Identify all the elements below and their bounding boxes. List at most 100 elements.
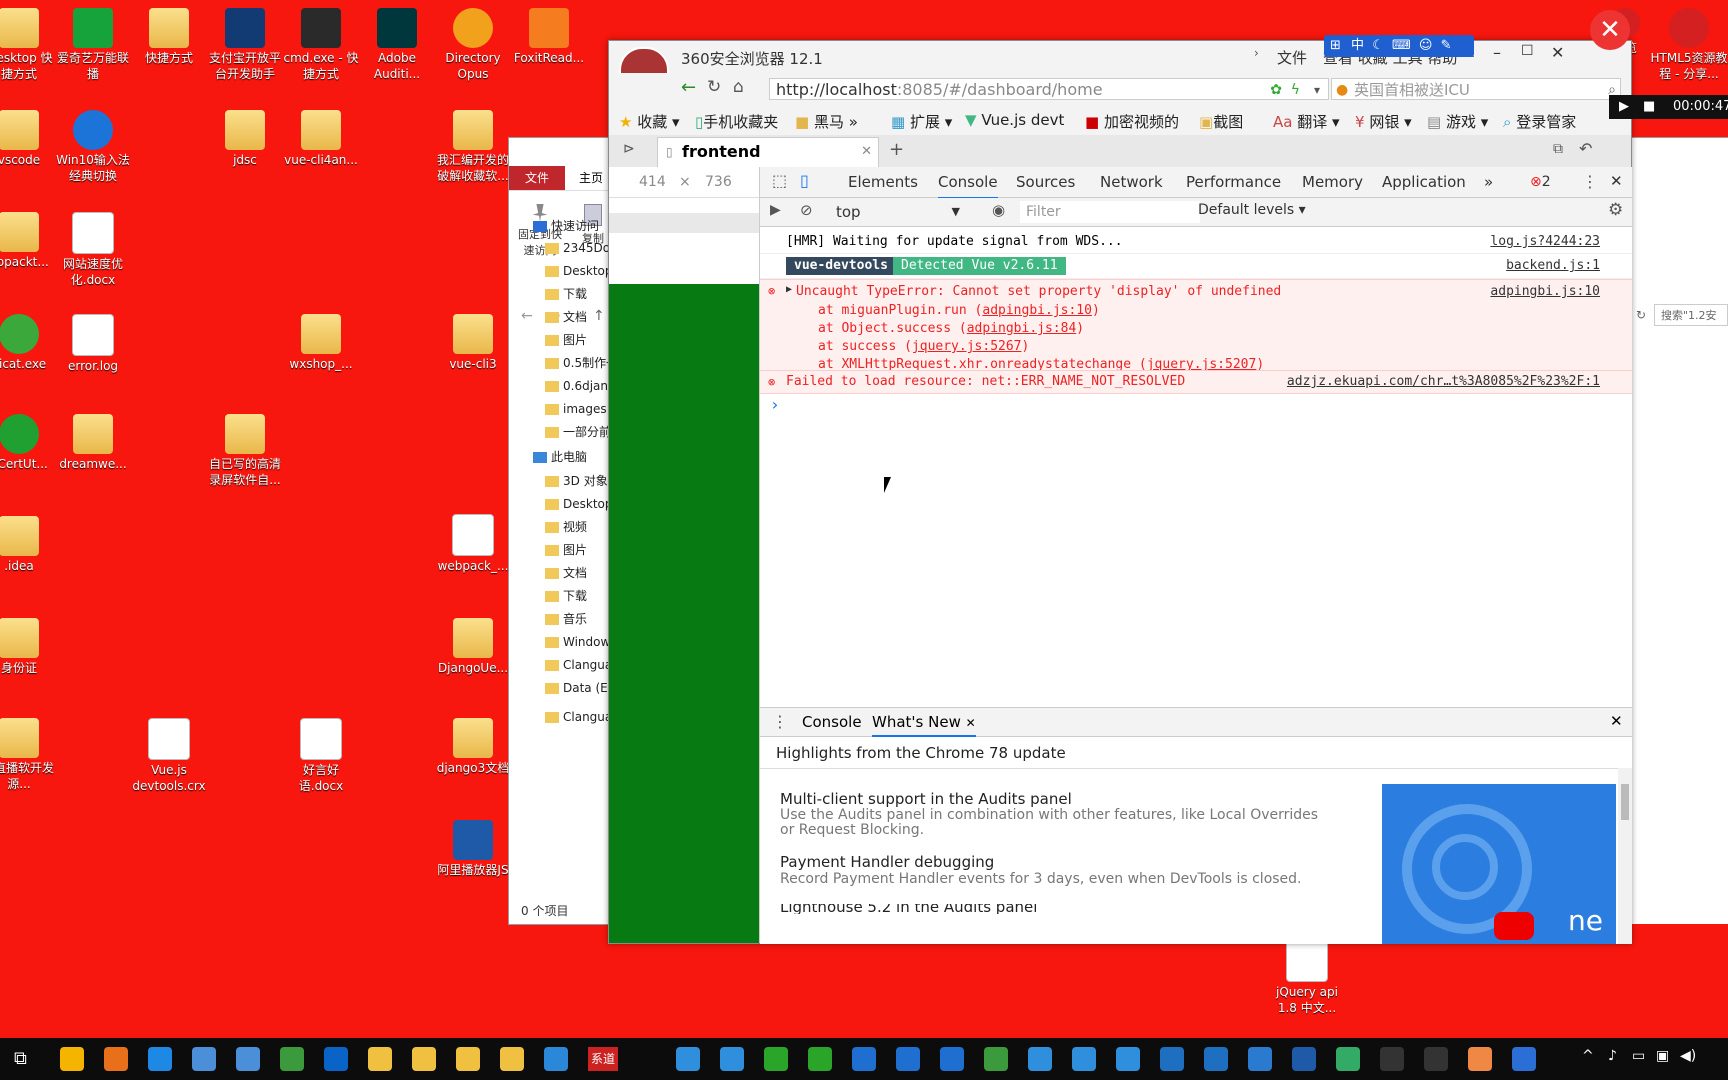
gear-icon[interactable]: ⚙	[1608, 200, 1623, 220]
tab-sources[interactable]: Sources	[1016, 167, 1075, 197]
ribbon-tab-home[interactable]: 主页	[579, 166, 603, 190]
desktop-icon[interactable]: error.log	[54, 314, 132, 374]
taskbar-app-icon[interactable]	[720, 1047, 744, 1071]
nav-item[interactable]: 图片	[509, 539, 613, 561]
page-content[interactable]	[609, 284, 759, 943]
desktop-icon[interactable]: 好言好语.docx	[282, 718, 360, 794]
taskbar-app-icon[interactable]	[60, 1047, 84, 1071]
taskbar-app-icon[interactable]	[940, 1047, 964, 1071]
restore-tab-icon[interactable]: ↶	[1579, 139, 1592, 158]
minimize-icon[interactable]: –	[1493, 43, 1501, 62]
nav-item[interactable]: 下载	[509, 283, 613, 305]
volume-icon[interactable]: ◀)	[1680, 1048, 1696, 1064]
expand-triangle-icon[interactable]: ▶	[786, 284, 792, 295]
desktop-icon[interactable]: +直播软开发源...	[0, 718, 58, 792]
desktop-icon[interactable]: HTML5资源教程 - 分享...	[1650, 8, 1728, 82]
nav-item[interactable]: 文档	[509, 562, 613, 584]
bookmark-item[interactable]: ⌕ 登录管家	[1503, 111, 1576, 132]
nav-item[interactable]: 文档	[509, 306, 613, 328]
close-drawer-icon[interactable]: ✕	[1610, 712, 1623, 730]
nav-item[interactable]: 图片	[509, 329, 613, 351]
scrollbar-thumb[interactable]	[1621, 784, 1629, 820]
ime-mode[interactable]: 中	[1351, 38, 1364, 53]
desktop-icon[interactable]: cmd.exe - 快捷方式	[282, 8, 360, 82]
desktop-icon[interactable]: DjangoUe...	[434, 618, 512, 676]
desktop-icon[interactable]: 自已写的高清录屏软件自...	[206, 414, 284, 488]
explorer-search-input[interactable]: 搜索"1.2安	[1654, 304, 1728, 326]
whats-new-item[interactable]: Multi-client support in the Audits panel…	[780, 790, 1320, 838]
taskbar-app-icon[interactable]	[764, 1047, 788, 1071]
taskbar-app-icon[interactable]	[1116, 1047, 1140, 1071]
log-levels-dropdown[interactable]: Default levels ▾	[1198, 202, 1306, 218]
maximize-icon[interactable]: ☐	[1521, 43, 1534, 59]
desktop-icon[interactable]: vicat.exe	[0, 314, 58, 372]
nav-this-pc[interactable]: 此电脑	[509, 446, 613, 468]
ribbon-tab-file[interactable]: 文件	[509, 166, 565, 190]
bookmark-item[interactable]: ▦ 扩展 ▾	[891, 111, 952, 132]
nav-item[interactable]: Window	[509, 631, 613, 653]
desktop-icon[interactable]: dreamwe...	[54, 414, 132, 472]
console-prompt[interactable]: ›	[760, 395, 1632, 415]
sidebar-toggle-icon[interactable]: ⊳	[623, 141, 635, 157]
desktop-icon[interactable]: 阿里播放器JS	[434, 820, 512, 878]
more-tabs-button[interactable]: »	[1484, 167, 1493, 197]
error-count-badge[interactable]: ⊗2	[1530, 174, 1551, 190]
desktop-icon[interactable]: XCertUt...	[0, 414, 58, 472]
taskbar-app-icon[interactable]	[500, 1047, 524, 1071]
stop-icon[interactable]: ■	[1643, 95, 1655, 119]
desktop-icon[interactable]: 爱奇艺万能联播	[54, 8, 132, 82]
back-icon[interactable]: ←	[681, 77, 696, 98]
lightning-icon[interactable]: ϟ	[1291, 79, 1300, 101]
url-input[interactable]: http://localhost:8085/#/dashboard/home ✿…	[769, 78, 1329, 100]
taskbar-app-icon[interactable]	[808, 1047, 832, 1071]
clear-console-icon[interactable]: ⊘	[800, 201, 813, 219]
context-selector[interactable]: top ▼	[826, 201, 966, 223]
kebab-menu-icon[interactable]: ⋮	[1582, 172, 1598, 191]
desktop-icon[interactable]: Win10输入法经典切换	[54, 110, 132, 184]
taskbar-app-icon[interactable]	[676, 1047, 700, 1071]
desktop-icon[interactable]: 网站速度优化.docx	[54, 212, 132, 288]
bookmark-item[interactable]: ▣截图	[1199, 111, 1243, 132]
nav-item[interactable]: 视频	[509, 516, 613, 538]
bookmark-item[interactable]: ▼ Vue.js devt	[965, 111, 1064, 129]
taskbar-app-icon[interactable]	[984, 1047, 1008, 1071]
drawer-menu-icon[interactable]: ⋮	[772, 712, 788, 731]
search-input[interactable]: ● 英国首相被送ICU ⌕	[1331, 78, 1621, 100]
new-tab-button[interactable]: +	[889, 139, 904, 160]
desktop-icon[interactable]: 我汇编开发的破解收藏软...	[434, 110, 512, 184]
tab-list-icon[interactable]: ⧉	[1553, 141, 1563, 157]
drawer-scrollbar[interactable]	[1618, 768, 1632, 944]
taskbar-app-icon[interactable]	[1380, 1047, 1404, 1071]
taskbar-app-icon[interactable]	[104, 1047, 128, 1071]
desktop-icon[interactable]: Directory Opus	[434, 8, 512, 82]
taskbar-app-icon[interactable]	[456, 1047, 480, 1071]
taskbar-app-icon[interactable]	[1336, 1047, 1360, 1071]
taskbar-app-icon[interactable]	[148, 1047, 172, 1071]
taskbar-app-badge[interactable]: 系道	[588, 1047, 618, 1071]
nav-quick-access[interactable]: 快速访问	[509, 215, 613, 237]
nav-item[interactable]: images	[509, 398, 613, 420]
desktop-icon[interactable]: vue-cli3	[434, 314, 512, 372]
nav-item[interactable]: Clanguag	[509, 706, 613, 728]
source-link[interactable]: log.js?4244:23	[1490, 231, 1600, 253]
eye-icon[interactable]: ◉	[992, 201, 1005, 219]
desktop-icon[interactable]: ldesktop 快捷方式	[0, 8, 58, 82]
play-icon[interactable]: ▶	[1619, 95, 1629, 119]
taskbar-app-icon[interactable]	[852, 1047, 876, 1071]
taskbar-app-icon[interactable]	[1204, 1047, 1228, 1071]
device-mode-icon[interactable]: ▯	[800, 171, 809, 190]
task-view-icon[interactable]: ⧉	[14, 1048, 27, 1069]
console-sidebar-icon[interactable]: ▶	[770, 202, 781, 218]
taskbar-app-icon[interactable]	[1028, 1047, 1052, 1071]
source-link[interactable]: adzjz.ekuapi.com/chr…t%3A8085%2F%23%2F:1	[1287, 371, 1600, 393]
stack-link[interactable]: adpingbi.js:10	[982, 303, 1092, 318]
nav-item[interactable]: 0.5制作一	[509, 352, 613, 374]
nav-item[interactable]: Data (E:)	[509, 677, 613, 699]
desktop-icon[interactable]: Adobe Auditi...	[358, 8, 436, 82]
tab-console[interactable]: Console	[938, 167, 998, 199]
network-icon[interactable]: ▣	[1656, 1048, 1669, 1064]
reload-icon[interactable]: ↻	[707, 77, 721, 97]
menu-file[interactable]: 文件	[1277, 49, 1307, 67]
whats-new-item[interactable]: Payment Handler debugging Record Payment…	[780, 853, 1320, 887]
bookmark-item[interactable]: Aa 翻译 ▾	[1273, 111, 1340, 132]
